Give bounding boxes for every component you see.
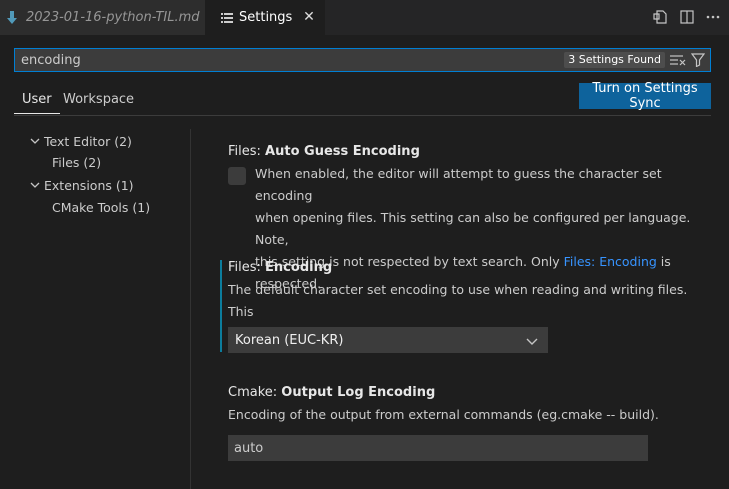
setting-title-cmake-output-log-encoding: Cmake: Output Log Encoding (228, 385, 435, 400)
tab-markdown-label: 2023-01-16-python-TIL.md (26, 10, 200, 25)
header-divider (14, 115, 711, 116)
settings-search-input[interactable] (21, 51, 561, 69)
toc-item-cmake-tools[interactable]: CMake Tools (1) (52, 200, 150, 215)
desc-line: The default character set encoding to us… (228, 282, 688, 319)
toc-item-files[interactable]: Files (2) (52, 155, 101, 170)
tab-workspace-settings[interactable]: Workspace (63, 90, 134, 109)
markdown-download-icon (4, 10, 20, 26)
turn-on-settings-sync-button[interactable]: Turn on Settings Sync (579, 81, 711, 111)
toc-item-extensions[interactable]: Extensions (1) (44, 178, 134, 193)
setting-name: Encoding (265, 260, 333, 275)
setting-category: Files: (228, 144, 266, 159)
modified-indicator (220, 260, 222, 352)
search-results-count-badge: 3 Settings Found (564, 52, 665, 68)
chevron-down-icon (526, 338, 538, 345)
tab-settings-label: Settings (239, 10, 293, 25)
editor-actions (651, 6, 723, 28)
setting-description-cmake-output-log-encoding: Encoding of the output from external com… (228, 407, 659, 422)
setting-description-auto-guess-encoding: When enabled, the editor will attempt to… (255, 163, 705, 295)
auto-guess-encoding-checkbox[interactable] (228, 167, 246, 185)
tab-settings[interactable]: Settings ✕ (205, 0, 325, 35)
toc-item-text-editor[interactable]: Text Editor (2) (44, 134, 132, 149)
close-icon[interactable]: ✕ (301, 9, 317, 25)
settings-list-icon (221, 12, 233, 23)
toc-divider (190, 129, 191, 489)
editor-tab-bar: 2023-01-16-python-TIL.md Settings ✕ (0, 0, 729, 35)
setting-title-encoding: Files: Encoding (228, 260, 332, 275)
more-actions-icon[interactable] (703, 6, 723, 28)
desc-line: when opening files. This setting can als… (255, 210, 691, 247)
filter-icon[interactable] (689, 52, 707, 68)
setting-name: Auto Guess Encoding (265, 144, 420, 159)
chevron-down-icon[interactable] (30, 136, 40, 146)
open-settings-json-icon[interactable] (651, 6, 671, 28)
setting-category: Cmake: (228, 385, 282, 400)
settings-search-box: 3 Settings Found (14, 48, 711, 72)
desc-line: When enabled, the editor will attempt to… (255, 166, 662, 203)
encoding-selected-value: Korean (EUC-KR) (235, 333, 344, 348)
setting-category: Files: (228, 260, 266, 275)
chevron-down-icon[interactable] (30, 180, 40, 190)
setting-name: Output Log Encoding (281, 385, 436, 400)
setting-title-auto-guess-encoding: Files: Auto Guess Encoding (228, 144, 420, 159)
clear-search-filter-icon[interactable] (669, 52, 687, 68)
split-editor-icon[interactable] (677, 6, 697, 28)
tab-user-settings[interactable]: User (14, 90, 60, 114)
cmake-output-log-encoding-input[interactable] (228, 435, 648, 461)
encoding-dropdown[interactable]: Korean (EUC-KR) (228, 327, 548, 353)
tab-markdown-file[interactable]: 2023-01-16-python-TIL.md (0, 0, 205, 35)
files-encoding-link[interactable]: Files: Encoding (564, 254, 657, 269)
